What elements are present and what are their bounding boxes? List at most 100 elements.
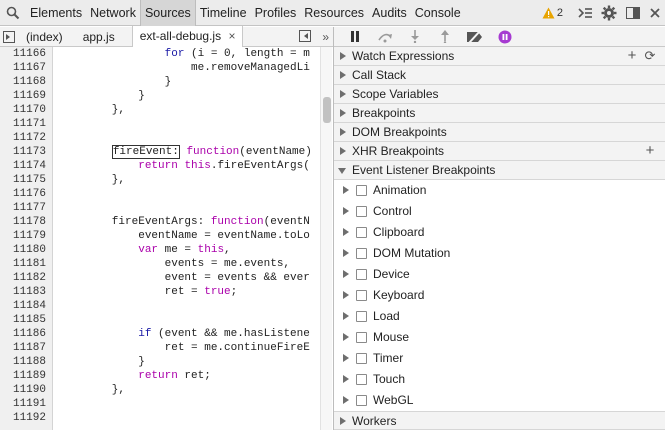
line-number[interactable]: 11191: [0, 397, 46, 411]
line-number[interactable]: 11181: [0, 257, 46, 271]
close-tab-icon[interactable]: ×: [228, 29, 235, 43]
expand-icon[interactable]: [343, 270, 349, 278]
tab-elements[interactable]: Elements: [26, 0, 86, 26]
line-number[interactable]: 11175: [0, 173, 46, 187]
close-icon[interactable]: [645, 4, 665, 22]
editor-scrollbar[interactable]: [320, 47, 332, 430]
line-number[interactable]: 11168: [0, 75, 46, 89]
add-xhr-breakpoint-icon[interactable]: +: [641, 142, 659, 160]
line-number[interactable]: 11192: [0, 411, 46, 425]
file-tab-index[interactable]: (index): [19, 27, 70, 47]
gear-icon[interactable]: [597, 4, 621, 22]
event-category-item[interactable]: Touch: [334, 369, 665, 390]
line-number[interactable]: 11177: [0, 201, 46, 215]
event-category-item[interactable]: Animation: [334, 180, 665, 201]
expand-icon[interactable]: [343, 312, 349, 320]
line-number[interactable]: 11180: [0, 243, 46, 257]
section-breakpoints[interactable]: Breakpoints: [334, 104, 665, 123]
category-checkbox[interactable]: [356, 248, 367, 259]
event-category-item[interactable]: Device: [334, 264, 665, 285]
line-number[interactable]: 11171: [0, 117, 46, 131]
event-category-item[interactable]: WebGL: [334, 390, 665, 411]
event-category-item[interactable]: Timer: [334, 348, 665, 369]
expand-icon[interactable]: [343, 354, 349, 362]
toggle-navigator-icon[interactable]: [3, 30, 15, 43]
category-checkbox[interactable]: [356, 206, 367, 217]
pause-on-exceptions-icon[interactable]: [490, 27, 520, 47]
line-number[interactable]: 11184: [0, 299, 46, 313]
line-number[interactable]: 11174: [0, 159, 46, 173]
deactivate-breakpoints-icon[interactable]: [460, 27, 490, 47]
file-tab-ext-all-debug[interactable]: ext-all-debug.js ×: [131, 26, 244, 47]
pause-icon[interactable]: [340, 27, 370, 47]
editor-scrollbar-thumb[interactable]: [323, 97, 331, 123]
line-number[interactable]: 11189: [0, 369, 46, 383]
category-checkbox[interactable]: [356, 395, 367, 406]
tab-profiles[interactable]: Profiles: [251, 0, 301, 26]
category-checkbox[interactable]: [356, 269, 367, 280]
line-number[interactable]: 11176: [0, 187, 46, 201]
event-category-item[interactable]: Clipboard: [334, 222, 665, 243]
line-number[interactable]: 11167: [0, 61, 46, 75]
expand-icon[interactable]: [343, 333, 349, 341]
line-number[interactable]: 11190: [0, 383, 46, 397]
code-editor[interactable]: 11166 for (i = 0, length = m 11167 me.rem…: [0, 47, 333, 430]
add-watch-icon[interactable]: +: [623, 47, 641, 65]
section-call-stack[interactable]: Call Stack: [334, 66, 665, 85]
debugger-controls: [334, 27, 665, 47]
event-category-item[interactable]: Mouse: [334, 327, 665, 348]
tab-audits[interactable]: Audits: [368, 0, 411, 26]
section-workers[interactable]: Workers: [334, 411, 665, 430]
expand-icon[interactable]: [343, 291, 349, 299]
expand-icon[interactable]: [343, 228, 349, 236]
expand-icon[interactable]: [343, 249, 349, 257]
tab-timeline[interactable]: Timeline: [196, 0, 251, 26]
line-number[interactable]: 11179: [0, 229, 46, 243]
line-number[interactable]: 11187: [0, 341, 46, 355]
event-category-item[interactable]: DOM Mutation: [334, 243, 665, 264]
expand-icon[interactable]: [343, 375, 349, 383]
more-tabs-icon[interactable]: »: [322, 27, 329, 47]
category-checkbox[interactable]: [356, 185, 367, 196]
section-scope-variables[interactable]: Scope Variables: [334, 85, 665, 104]
tab-sources[interactable]: Sources: [139, 0, 196, 26]
line-number[interactable]: 11173: [0, 145, 46, 159]
line-number[interactable]: 11186: [0, 327, 46, 341]
event-category-item[interactable]: Keyboard: [334, 285, 665, 306]
expand-icon[interactable]: [343, 207, 349, 215]
category-checkbox[interactable]: [356, 227, 367, 238]
line-number[interactable]: 11188: [0, 355, 46, 369]
line-number[interactable]: 11185: [0, 313, 46, 327]
line-number[interactable]: 11166: [0, 47, 46, 61]
section-dom-breakpoints[interactable]: DOM Breakpoints: [334, 123, 665, 142]
tab-resources[interactable]: Resources: [300, 0, 368, 26]
tab-console[interactable]: Console: [411, 0, 465, 26]
event-category-item[interactable]: Load: [334, 306, 665, 327]
warning-counter[interactable]: 2: [542, 7, 563, 19]
search-icon[interactable]: [0, 0, 26, 26]
event-category-item[interactable]: Control: [334, 201, 665, 222]
line-number[interactable]: 11170: [0, 103, 46, 117]
drawer-toggle-icon[interactable]: [573, 4, 597, 22]
line-number[interactable]: 11169: [0, 89, 46, 103]
expand-icon[interactable]: [343, 396, 349, 404]
refresh-icon[interactable]: ⟳: [641, 47, 659, 65]
category-checkbox[interactable]: [356, 353, 367, 364]
section-watch-expressions[interactable]: Watch Expressions + ⟳: [334, 47, 665, 66]
file-tab-app-js[interactable]: app.js: [76, 27, 122, 47]
toggle-debugger-icon[interactable]: [299, 30, 311, 42]
category-checkbox[interactable]: [356, 311, 367, 322]
dock-side-icon[interactable]: [621, 4, 645, 22]
section-event-listener-breakpoints[interactable]: Event Listener Breakpoints: [334, 161, 665, 180]
section-xhr-breakpoints[interactable]: XHR Breakpoints +: [334, 142, 665, 161]
code-text: fireEventArgs: function(eventN: [59, 216, 310, 228]
category-checkbox[interactable]: [356, 290, 367, 301]
line-number[interactable]: 11172: [0, 131, 46, 145]
line-number[interactable]: 11182: [0, 271, 46, 285]
category-checkbox[interactable]: [356, 374, 367, 385]
line-number[interactable]: 11178: [0, 215, 46, 229]
tab-network[interactable]: Network: [86, 0, 140, 26]
expand-icon[interactable]: [343, 186, 349, 194]
line-number[interactable]: 11183: [0, 285, 46, 299]
category-checkbox[interactable]: [356, 332, 367, 343]
